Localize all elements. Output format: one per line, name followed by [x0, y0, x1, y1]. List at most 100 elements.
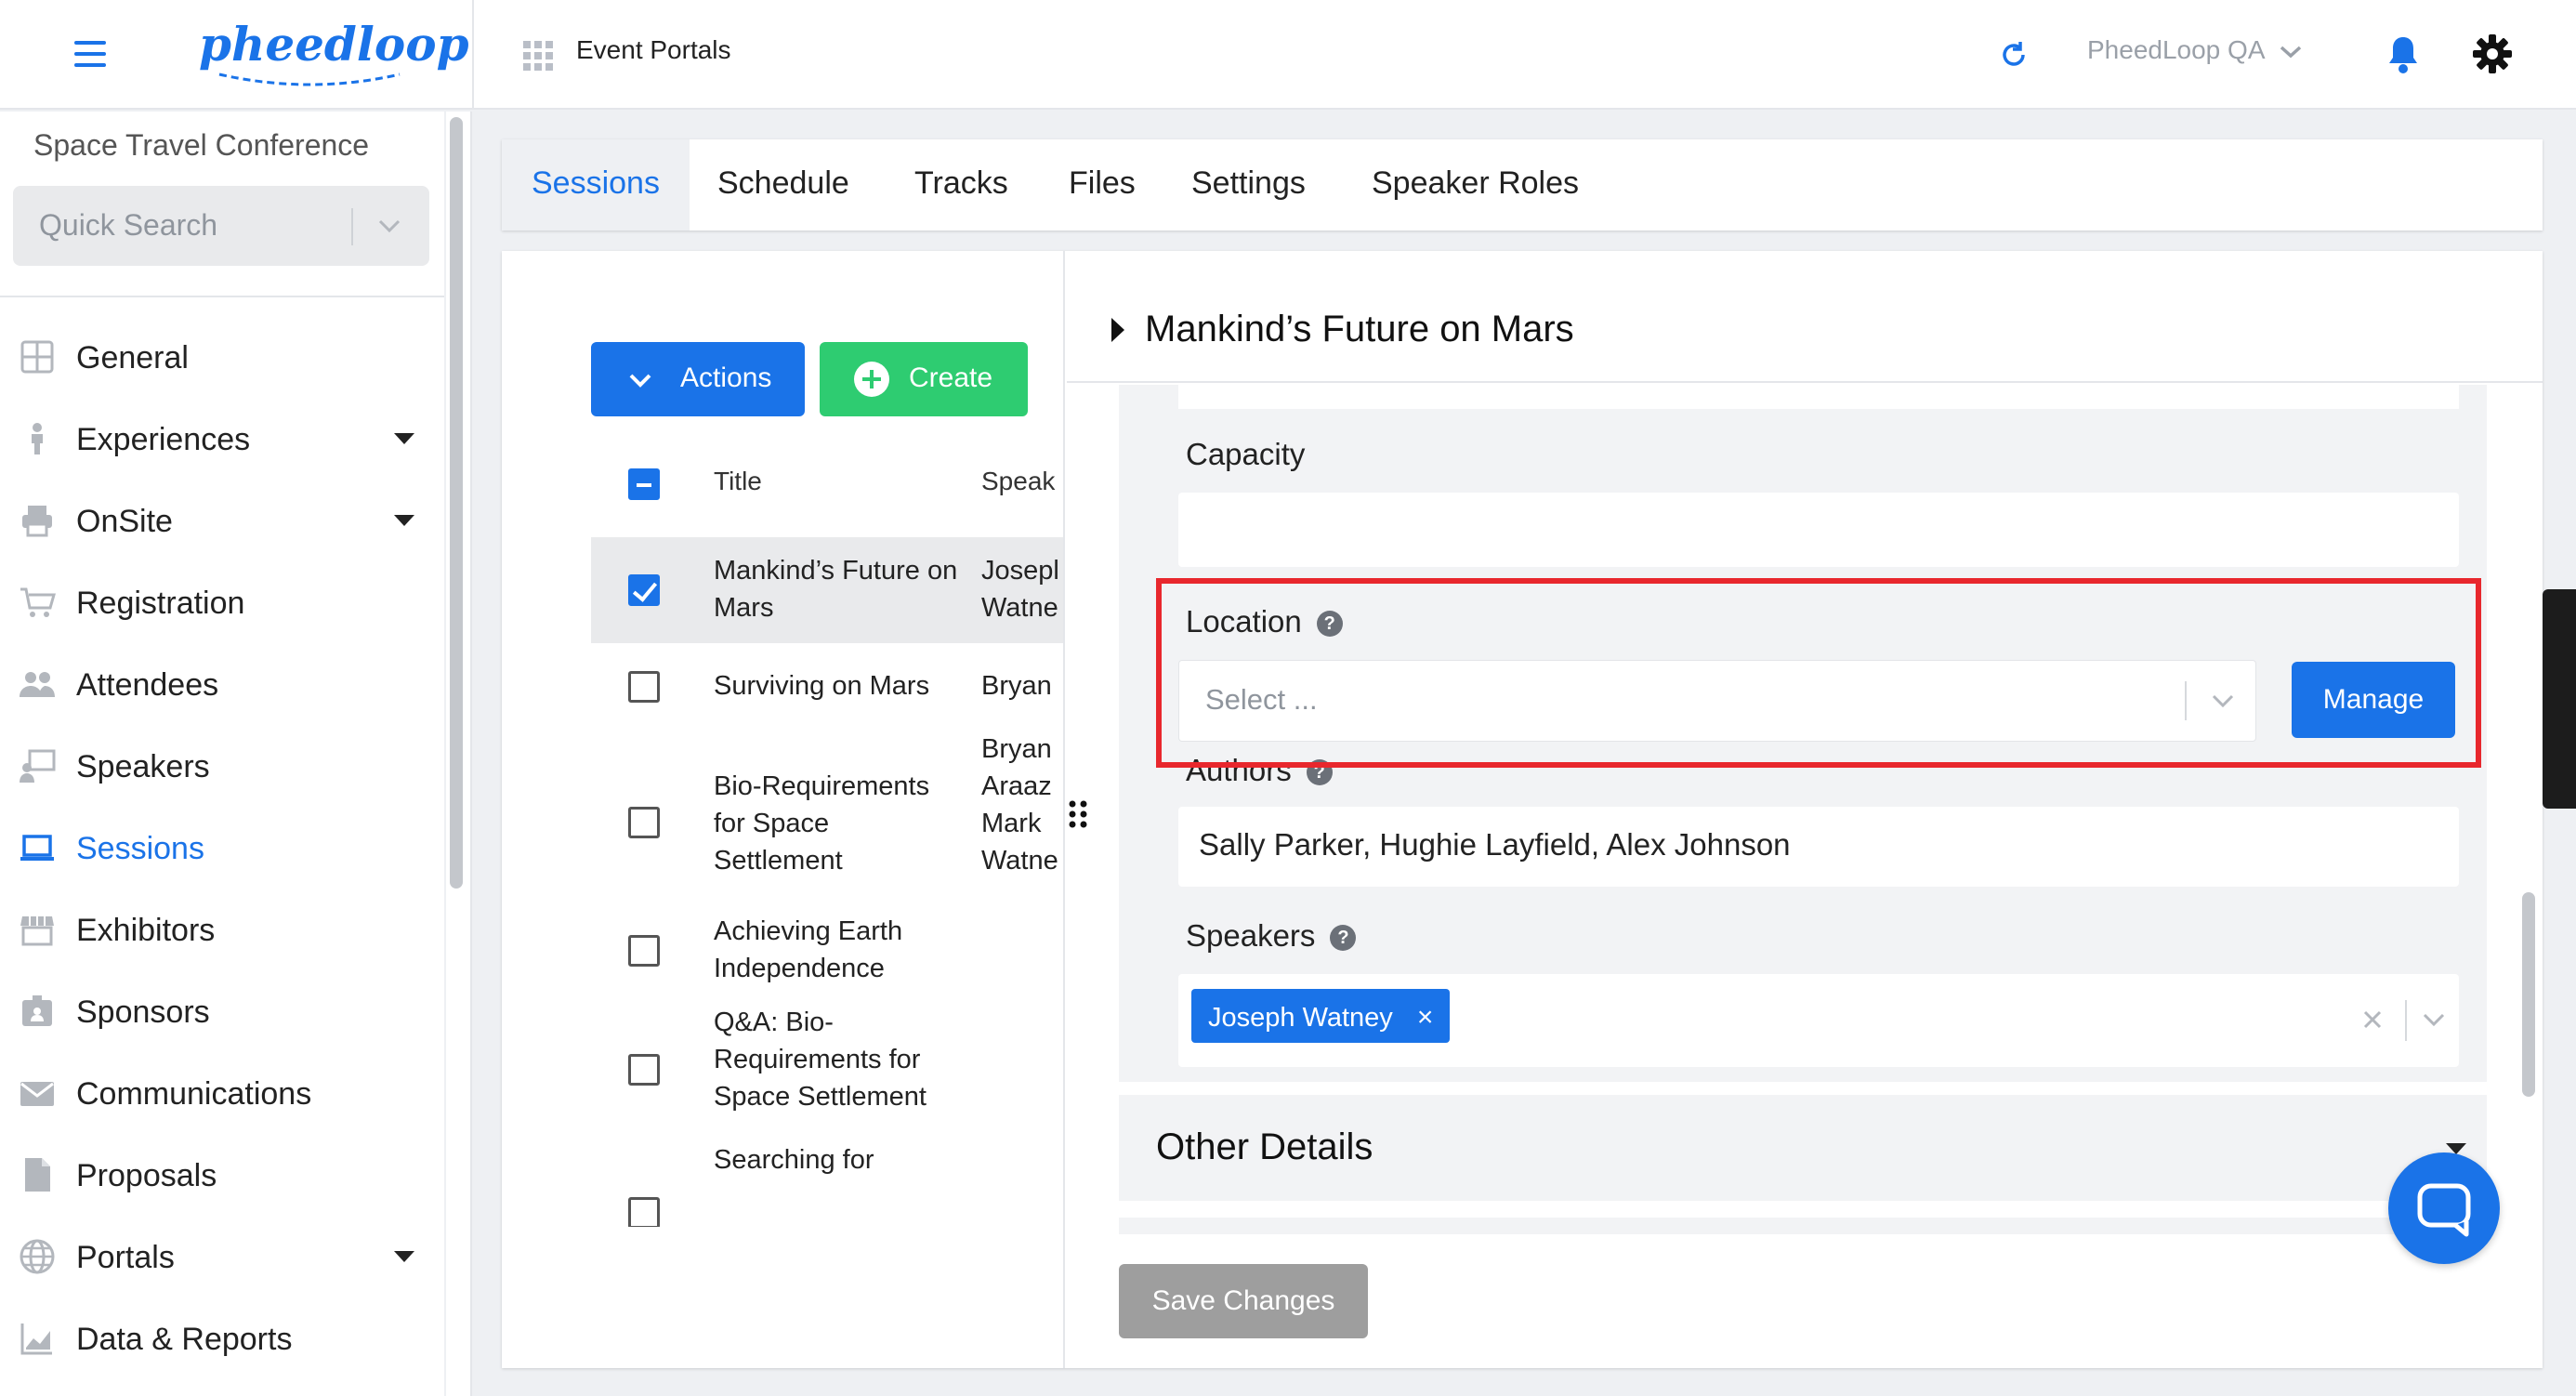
event-name: Space Travel Conference [33, 128, 370, 162]
apps-grid-icon[interactable] [523, 41, 553, 71]
logo[interactable]: pheedloop [199, 17, 469, 91]
sidebar-item-proposals[interactable]: Proposals [0, 1138, 444, 1212]
feedback-side-tab[interactable] [2543, 589, 2576, 809]
panel-divider [1063, 251, 1065, 1368]
column-header-title[interactable]: Title [714, 467, 762, 496]
row-checkbox[interactable] [628, 671, 660, 703]
printer-icon [22, 506, 52, 537]
quick-search-placeholder: Quick Search [39, 208, 218, 242]
column-header-speakers[interactable]: Speak [981, 467, 1055, 496]
select-all-checkbox[interactable] [628, 468, 660, 500]
settings-gear-icon[interactable] [2472, 33, 2513, 74]
sidebar-item-sessions[interactable]: Sessions [0, 810, 444, 885]
help-icon[interactable]: ? [1330, 925, 1357, 952]
caret-down-icon [394, 1251, 414, 1262]
tab-sessions[interactable]: Sessions [532, 165, 660, 202]
speakers-multiselect[interactable]: Joseph Watney × [1178, 974, 2459, 1067]
logo-text: pheedloop [199, 17, 469, 72]
chevron-down-icon[interactable] [375, 212, 403, 240]
capacity-input[interactable] [1178, 493, 2459, 567]
session-speakers: Bryan [981, 671, 1052, 701]
speaker-chip-label: Joseph Watney [1208, 1003, 1393, 1033]
session-detail-header[interactable]: Mankind’s Future on Mars [1067, 279, 2543, 383]
location-select[interactable]: Select ... [1178, 660, 2256, 742]
org-selector[interactable]: PheedLoop QA [2087, 35, 2303, 65]
sidebar-item-exhibitors[interactable]: Exhibitors [0, 892, 444, 967]
caret-right-icon[interactable] [1111, 318, 1124, 342]
session-speakers: Josepl Watne [981, 556, 1059, 623]
session-title: Mankind’s Future on Mars [714, 556, 958, 623]
chart-icon [20, 1324, 52, 1355]
chevron-down-icon[interactable] [2209, 687, 2237, 715]
people-icon [20, 672, 55, 697]
session-title: Achieving Earth Independence [714, 916, 903, 983]
speaker-chip[interactable]: Joseph Watney × [1191, 989, 1451, 1043]
table-row[interactable]: Q&A: Bio-Requirements for Space Settleme… [591, 1004, 1063, 1134]
sidebar-scrollbar-thumb[interactable] [450, 117, 463, 889]
session-detail-title: Mankind’s Future on Mars [1145, 309, 1574, 349]
manage-locations-button[interactable]: Manage [2292, 662, 2455, 738]
sidebar-item-onsite[interactable]: OnSite [0, 483, 444, 558]
help-icon[interactable]: ? [1306, 759, 1333, 786]
clear-icon[interactable] [2360, 1007, 2385, 1032]
remove-chip-icon[interactable]: × [1417, 1002, 1434, 1033]
envelope-icon [20, 1082, 54, 1106]
chat-bubble-icon [2417, 1183, 2471, 1237]
session-title: Surviving on Mars [714, 671, 930, 701]
actions-button[interactable]: Actions [591, 342, 805, 416]
table-row[interactable]: Searching for [591, 1141, 1063, 1227]
hamburger-menu-icon[interactable] [74, 41, 106, 67]
sessions-list: Title Speak Mankind’s Future on Mars Jos… [591, 446, 1063, 1227]
notifications-bell-icon[interactable] [2385, 33, 2422, 74]
caret-down-icon [394, 433, 414, 444]
table-row[interactable]: Mankind’s Future on Mars Josepl Watne [591, 537, 1063, 643]
authors-input[interactable]: Sally Parker, Hughie Layfield, Alex John… [1178, 807, 2459, 887]
detail-scrollbar-thumb[interactable] [2522, 892, 2535, 1097]
grid-icon [20, 340, 54, 374]
row-checkbox[interactable] [628, 807, 660, 838]
table-row[interactable]: Achieving Earth Independence [591, 898, 1063, 1004]
sidebar-item-speakers[interactable]: Speakers [0, 729, 444, 803]
save-changes-button[interactable]: Save Changes [1119, 1264, 1368, 1338]
row-checkbox[interactable] [628, 1197, 660, 1227]
drag-handle-icon[interactable] [1067, 799, 1089, 829]
sidebar-item-general[interactable]: General [0, 320, 444, 394]
chevron-down-icon[interactable] [2420, 1006, 2448, 1034]
tab-settings[interactable]: Settings [1191, 165, 1306, 202]
chat-support-button[interactable] [2388, 1152, 2500, 1264]
tab-tracks[interactable]: Tracks [914, 165, 1008, 202]
sidebar-item-sponsors[interactable]: Sponsors [0, 974, 444, 1048]
tab-speaker-roles[interactable]: Speaker Roles [1372, 165, 1579, 202]
globe-icon [20, 1239, 55, 1274]
location-placeholder: Select ... [1205, 683, 1318, 716]
sidebar-divider [0, 296, 444, 297]
row-checkbox[interactable] [628, 935, 660, 967]
row-checkbox[interactable] [628, 1054, 660, 1086]
org-selector-label: PheedLoop QA [2087, 35, 2264, 64]
tab-schedule[interactable]: Schedule [717, 165, 849, 202]
create-button[interactable]: Create [820, 342, 1028, 416]
table-row[interactable]: Bio-Requirements for Space Settlement Br… [591, 731, 1063, 898]
presenter-icon [20, 749, 56, 783]
chevron-down-icon [2280, 46, 2301, 58]
capacity-label: Capacity [1186, 437, 1306, 471]
tab-files[interactable]: Files [1069, 165, 1136, 202]
sidebar-item-attendees[interactable]: Attendees [0, 647, 444, 721]
sidebar-item-label: Proposals [76, 1158, 217, 1193]
sidebar-item-communications[interactable]: Communications [0, 1056, 444, 1130]
refresh-icon[interactable] [1998, 39, 2030, 71]
chevron-down-icon [629, 374, 651, 388]
app-title: Event Portals [576, 35, 731, 64]
table-row[interactable]: Surviving on Mars Bryan [591, 643, 1063, 731]
other-details-section[interactable]: Other Details [1119, 1095, 2487, 1201]
help-icon[interactable]: ? [1316, 611, 1343, 638]
sidebar-item-registration[interactable]: Registration [0, 565, 444, 639]
sidebar-item-experiences[interactable]: Experiences [0, 402, 444, 476]
quick-search-select[interactable]: Quick Search [13, 186, 429, 266]
sidebar-item-label: Attendees [76, 667, 219, 703]
sidebar-item-portals[interactable]: Portals [0, 1219, 444, 1294]
sidebar-item-data-reports[interactable]: Data & Reports [0, 1301, 444, 1376]
sidebar-item-label: Communications [76, 1076, 312, 1112]
previous-field-input[interactable] [1178, 385, 2459, 409]
row-checkbox[interactable] [628, 574, 660, 606]
